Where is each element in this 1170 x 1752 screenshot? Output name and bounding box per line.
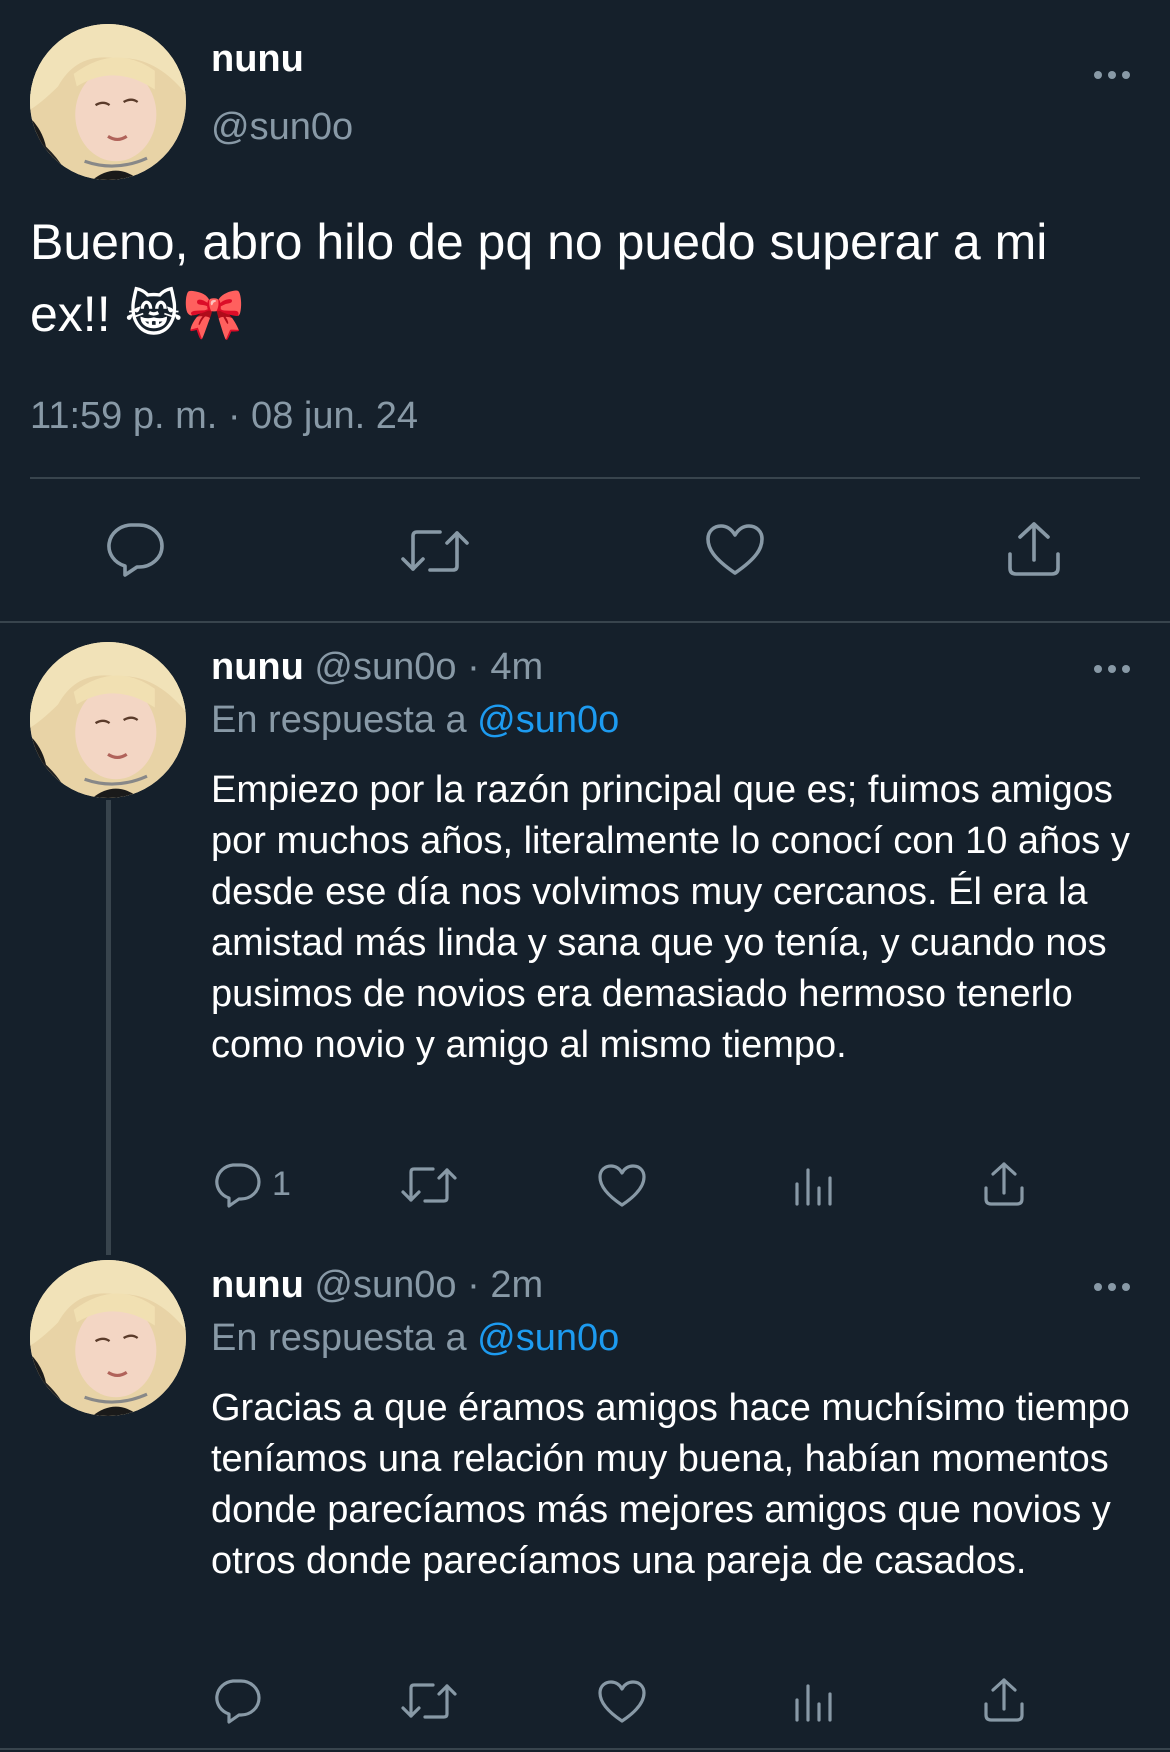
retweet-icon[interactable]	[400, 1680, 458, 1722]
display-name[interactable]: nunu	[211, 38, 304, 81]
tweet-text: Empiezo por la razón principal que es; f…	[211, 769, 1130, 1066]
handle[interactable]: @sun0o	[314, 1264, 456, 1306]
reply-prefix: En respuesta a	[211, 1317, 467, 1359]
share-icon[interactable]	[982, 1160, 1026, 1208]
reply-header: nunu @sun0o · 4m	[211, 646, 543, 689]
display-name[interactable]: nunu	[211, 1264, 304, 1306]
tweet-text: Bueno, abro hilo de pq no puedo superar …	[30, 206, 1140, 350]
profile-photo-icon	[30, 642, 186, 798]
thread-line	[106, 800, 111, 1255]
analytics-icon[interactable]	[792, 1680, 836, 1724]
retweet-icon[interactable]	[400, 526, 470, 576]
profile-photo-icon	[30, 24, 186, 180]
reply-header: nunu @sun0o · 2m	[211, 1264, 543, 1307]
more-options-icon[interactable]	[1094, 69, 1130, 81]
reply-icon[interactable]	[213, 1162, 261, 1208]
post-time[interactable]: · 4m	[467, 646, 543, 688]
share-icon[interactable]	[1006, 520, 1062, 578]
like-icon[interactable]	[597, 1679, 647, 1725]
analytics-icon[interactable]	[792, 1164, 836, 1208]
reply-prefix: En respuesta a	[211, 699, 467, 741]
profile-photo-icon	[30, 1260, 186, 1416]
divider	[30, 477, 1140, 479]
display-name[interactable]: nunu	[211, 646, 304, 688]
like-icon[interactable]	[705, 523, 765, 577]
timestamp[interactable]: 11:59 p. m. · 08 jun. 24	[30, 395, 418, 438]
more-options-icon[interactable]	[1094, 663, 1130, 675]
divider	[0, 621, 1170, 623]
reply-context: En respuesta a @sun0o	[211, 1317, 619, 1360]
like-icon[interactable]	[597, 1163, 647, 1209]
avatar[interactable]	[30, 642, 186, 798]
share-icon[interactable]	[982, 1676, 1026, 1724]
handle[interactable]: @sun0o	[211, 106, 353, 149]
more-options-icon[interactable]	[1094, 1281, 1130, 1293]
mention-link[interactable]: @sun0o	[477, 699, 619, 741]
emoji-group: 😹🎀	[124, 286, 246, 342]
avatar[interactable]	[30, 24, 186, 180]
post-time[interactable]: · 2m	[467, 1264, 543, 1306]
reply-icon[interactable]	[105, 522, 165, 578]
reply-count: 1	[272, 1165, 291, 1203]
tweet-text: Gracias a que éramos amigos hace muchísi…	[211, 1387, 1130, 1582]
divider	[0, 1748, 1170, 1750]
mention-link[interactable]: @sun0o	[477, 1317, 619, 1359]
retweet-icon[interactable]	[400, 1164, 458, 1206]
reply-icon[interactable]	[213, 1678, 261, 1724]
handle[interactable]: @sun0o	[314, 646, 456, 688]
reply-context: En respuesta a @sun0o	[211, 699, 619, 742]
avatar[interactable]	[30, 1260, 186, 1416]
